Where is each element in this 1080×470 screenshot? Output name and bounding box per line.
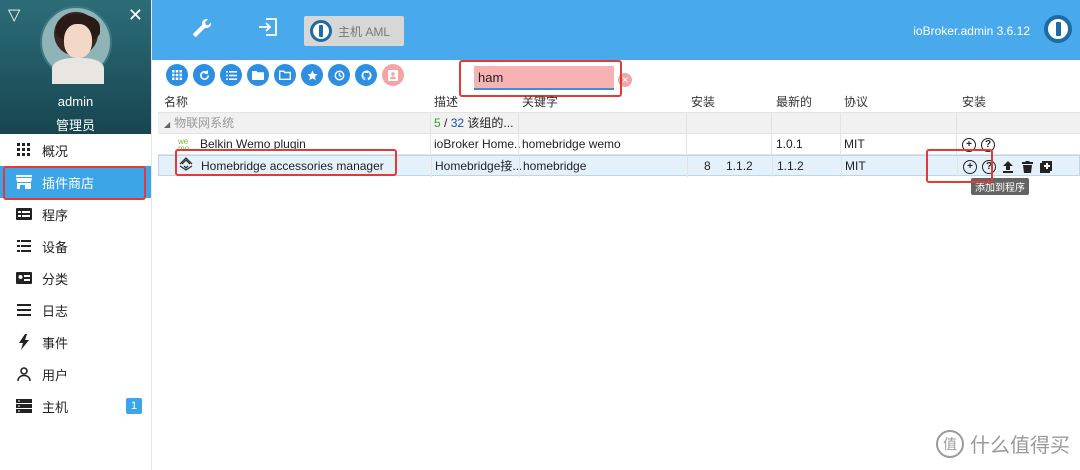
adapter-installed [691,134,771,155]
sidebar-item-hosts[interactable]: 主机 1 [0,390,151,422]
sidebar-item-label: 主机 [42,399,69,415]
adapter-description: ioBroker Home... [434,137,520,151]
delete-icon[interactable] [1020,160,1034,174]
sidebar: ▽ ✕ admin 管理员 概况 插件商店 程序 设备 分类 日志 事件 用户 … [0,0,152,470]
adapter-latest-version: 1.0.1 [776,137,803,151]
sidebar-item-label: 程序 [42,207,69,223]
sidebar-item-label: 分类 [42,271,69,287]
user-role: 管理员 [55,118,95,133]
smzdm-logo-icon: 值 [936,429,964,458]
collapse-all-button[interactable] [274,64,296,86]
top-header: 主机 AML ioBroker.admin 3.6.12 [152,0,1080,60]
sidebar-item-label: 插件商店 [42,175,95,191]
iobroker-logo-icon [1044,15,1072,43]
adapter-license: MIT [845,159,866,173]
column-header-description[interactable]: 描述 [434,92,520,113]
sidebar-item-users[interactable]: 用户 [0,358,151,390]
help-icon[interactable]: ? [981,137,995,152]
table-row[interactable]: we mo Belkin Wemo plugin ioBroker Home... … [158,134,1080,155]
column-header-name[interactable]: 名称 [164,92,428,113]
column-header-keywords[interactable]: 关键字 [522,92,686,113]
sidebar-item-label: 概况 [42,143,69,159]
sidebar-item-objects[interactable]: 设备 [0,230,151,262]
flash-icon [16,334,32,350]
sidebar-item-overview[interactable]: 概况 [0,134,151,166]
add-multiple-icon[interactable] [1039,160,1053,174]
add-instance-icon[interactable]: + [962,137,976,152]
table-group-row[interactable]: ◢ 物联网系统 5 / 32 该组的... [158,113,1080,134]
close-icon[interactable]: ✕ [128,6,143,24]
github-button[interactable] [355,64,377,86]
sidebar-item-instances[interactable]: 程序 [0,198,151,230]
help-icon[interactable]: ? [982,159,996,174]
wemo-logo-icon: we mo [178,136,190,153]
add-instance-icon[interactable]: + [963,159,977,174]
adapter-license: MIT [844,137,865,151]
table-row-selected[interactable]: Homebridge accessories manager Homebridg… [158,155,1080,177]
updates-button[interactable] [328,64,350,86]
user-name: admin [57,94,94,109]
hosts-badge: 1 [126,398,142,414]
host-select-button[interactable]: 主机 AML [304,16,404,46]
sidebar-item-label: 设备 [42,239,69,255]
sidebar-item-logs[interactable]: 日志 [0,294,151,326]
group-name: ◢ 物联网系统 [164,116,235,130]
sidebar-item-label: 日志 [42,303,69,319]
avatar [40,6,112,84]
watermark: 值 什么值得买 [936,429,1070,458]
adapter-name: Belkin Wemo plugin [200,137,306,151]
refresh-button[interactable] [193,64,215,86]
adapter-keywords: homebridge [523,159,587,173]
user-icon [16,366,32,382]
adapter-table: 名称 描述 关键字 安装 最新的 协议 安装 ◢ 物联网系统 5 / 32 该组的… [158,92,1080,177]
column-header-install: 安装 [962,95,987,109]
sidebar-item-label: 事件 [42,335,69,351]
sidebar-item-events[interactable]: 事件 [0,326,151,358]
sidebar-item-enums[interactable]: 分类 [0,262,151,294]
adapter-latest-version: 1.1.2 [777,159,804,173]
store-icon [16,174,32,190]
logout-icon[interactable] [258,18,278,42]
version-label: ioBroker.admin 3.6.12 [913,24,1030,38]
collapse-triangle-icon[interactable]: ◢ [164,120,170,129]
table-header: 名称 描述 关键字 安装 最新的 协议 安装 [158,92,1080,113]
user-profile: ▽ ✕ admin 管理员 [0,0,151,134]
wrench-icon[interactable] [192,18,212,44]
menu-toggle-icon[interactable]: ▽ [8,8,20,24]
adapter-toolbar: ✕ [152,60,1080,92]
tooltip-add-instance: 添加到程序 [971,178,1029,195]
list-icon [16,238,32,254]
upload-icon[interactable] [1001,160,1015,174]
search-box [474,66,614,90]
adapter-installed-count: 8 [704,159,711,173]
favorites-button[interactable] [301,64,323,86]
homebridge-icon [179,156,193,177]
install-from-custom-button[interactable] [382,64,404,86]
search-input[interactable] [474,66,614,90]
log-icon [16,302,32,318]
enums-icon [16,270,32,286]
column-header-latest[interactable]: 最新的 [776,92,840,113]
tiles-view-button[interactable] [166,64,188,86]
sidebar-item-label: 用户 [42,367,69,383]
group-count: 5 / 32 该组的... [434,116,514,130]
iobroker-logo-icon [310,20,332,42]
adapter-name: Homebridge accessories manager [201,159,384,173]
instances-icon [16,206,32,222]
column-header-license[interactable]: 协议 [844,92,944,113]
sidebar-item-store[interactable]: 插件商店 [0,166,151,198]
host-label: 主机 AML [338,24,391,39]
grid-icon [16,142,32,158]
adapter-installed-version: 1.1.2 [726,159,753,173]
list-view-button[interactable] [220,64,242,86]
column-header-installed[interactable]: 安装 [691,92,771,113]
expand-all-button[interactable] [247,64,269,86]
hosts-icon [16,398,32,414]
watermark-text: 什么值得买 [970,435,1070,457]
adapter-keywords: homebridge wemo [522,137,621,151]
sidebar-nav: 概况 插件商店 程序 设备 分类 日志 事件 用户 主机 1 [0,134,151,422]
clear-search-icon[interactable]: ✕ [618,73,632,87]
adapter-description: Homebridge接... [435,159,521,173]
